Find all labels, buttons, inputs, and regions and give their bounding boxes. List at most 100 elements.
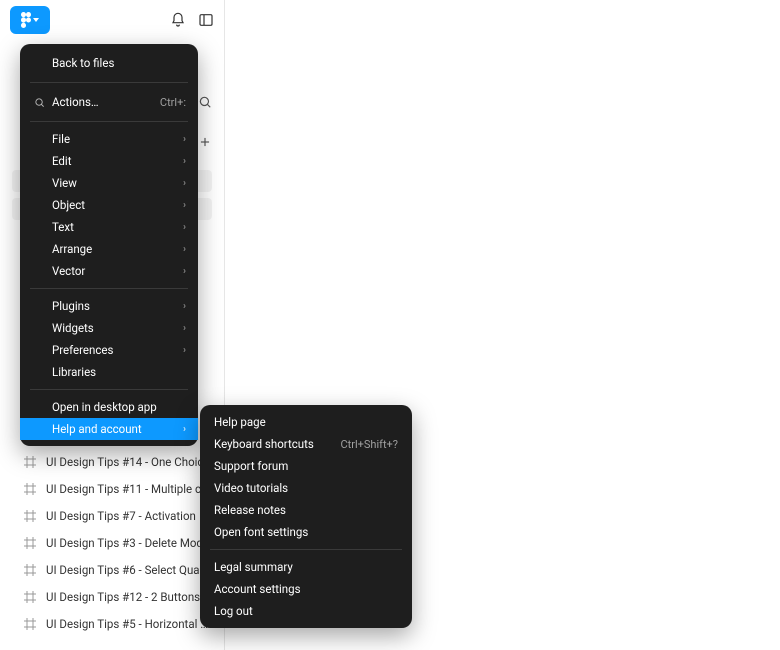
layer-row[interactable]: UI Design Tips #7 - Activation: [0, 502, 224, 529]
menu-item-label: Text: [52, 220, 183, 234]
main-menu-button[interactable]: [10, 6, 50, 34]
submenu-item-shortcut: Ctrl+Shift+?: [340, 438, 398, 451]
menu-separator: [30, 389, 188, 390]
menu-item-label: Vector: [52, 264, 183, 278]
main-menu-dropdown: Back to files Actions… Ctrl+: File› Edit…: [20, 44, 198, 446]
frame-icon: [24, 510, 36, 522]
menu-item-label: Open in desktop app: [52, 400, 186, 414]
layer-name: UI Design Tips #7 - Activation: [46, 509, 196, 523]
menu-widgets[interactable]: Widgets›: [20, 317, 198, 339]
menu-vector[interactable]: Vector›: [20, 260, 198, 282]
topbar: [0, 0, 224, 40]
chevron-right-icon: ›: [183, 200, 186, 211]
menu-plugins[interactable]: Plugins›: [20, 295, 198, 317]
menu-item-label: File: [52, 132, 183, 146]
menu-arrange[interactable]: Arrange›: [20, 238, 198, 260]
chevron-right-icon: ›: [183, 345, 186, 356]
submenu-item-label: Account settings: [214, 582, 398, 596]
menu-separator: [30, 82, 188, 83]
submenu-item-label: Video tutorials: [214, 481, 398, 495]
menu-item-shortcut: Ctrl+:: [160, 96, 186, 109]
chevron-right-icon: ›: [183, 244, 186, 255]
plus-icon: [198, 135, 212, 149]
frame-icon: [24, 564, 36, 576]
submenu-release-notes[interactable]: Release notes: [200, 499, 412, 521]
layer-row[interactable]: UI Design Tips #5 - Horizontal Al…: [0, 610, 224, 637]
submenu-legal-summary[interactable]: Legal summary: [200, 556, 412, 578]
chevron-right-icon: ›: [183, 301, 186, 312]
submenu-account-settings[interactable]: Account settings: [200, 578, 412, 600]
layer-row[interactable]: UI Design Tips #3 - Delete Moda…: [0, 529, 224, 556]
chevron-right-icon: ›: [183, 424, 186, 435]
menu-separator: [30, 121, 188, 122]
submenu-keyboard-shortcuts[interactable]: Keyboard shortcutsCtrl+Shift+?: [200, 433, 412, 455]
menu-item-label: Object: [52, 198, 183, 212]
menu-separator: [210, 549, 402, 550]
frame-icon: [24, 618, 36, 630]
toggle-panel-button[interactable]: [198, 12, 214, 28]
submenu-support-forum[interactable]: Support forum: [200, 455, 412, 477]
chevron-right-icon: ›: [183, 178, 186, 189]
layer-name: UI Design Tips #14 - One Choice: [46, 455, 210, 469]
menu-libraries[interactable]: Libraries: [20, 361, 198, 383]
search-icon: [32, 97, 46, 108]
menu-text[interactable]: Text›: [20, 216, 198, 238]
layer-row[interactable]: UI Design Tips #14 - One Choice: [0, 448, 224, 475]
menu-item-label: Preferences: [52, 343, 183, 357]
chevron-right-icon: ›: [183, 134, 186, 145]
menu-open-desktop[interactable]: Open in desktop app: [20, 396, 198, 418]
menu-preferences[interactable]: Preferences›: [20, 339, 198, 361]
menu-view[interactable]: View›: [20, 172, 198, 194]
menu-item-label: Arrange: [52, 242, 183, 256]
menu-item-label: View: [52, 176, 183, 190]
frame-icon: [24, 591, 36, 603]
menu-separator: [30, 288, 188, 289]
menu-edit[interactable]: Edit›: [20, 150, 198, 172]
submenu-item-label: Open font settings: [214, 525, 398, 539]
menu-object[interactable]: Object›: [20, 194, 198, 216]
menu-item-label: Actions…: [52, 95, 160, 109]
bell-icon: [170, 12, 186, 28]
layer-name: UI Design Tips #5 - Horizontal Al…: [46, 617, 214, 631]
layer-row[interactable]: UI Design Tips #11 - Multiple ch…: [0, 475, 224, 502]
sidebar-icon: [198, 12, 214, 28]
help-account-submenu: Help page Keyboard shortcutsCtrl+Shift+?…: [200, 405, 412, 628]
menu-item-label: Widgets: [52, 321, 183, 335]
app-root: Back to files Actions… Ctrl+: File› Edit…: [0, 0, 780, 650]
submenu-open-font-settings[interactable]: Open font settings: [200, 521, 412, 543]
frame-icon: [24, 483, 36, 495]
menu-item-label: Help and account: [52, 422, 183, 436]
layer-row[interactable]: UI Design Tips #6 - Select Quan…: [0, 556, 224, 583]
chevron-right-icon: ›: [183, 156, 186, 167]
topbar-actions: [170, 12, 214, 28]
submenu-video-tutorials[interactable]: Video tutorials: [200, 477, 412, 499]
menu-actions[interactable]: Actions… Ctrl+:: [20, 89, 198, 115]
layer-name: UI Design Tips #11 - Multiple ch…: [46, 482, 214, 496]
figma-logo-icon: [21, 12, 31, 28]
menu-item-label: Plugins: [52, 299, 183, 313]
layer-row[interactable]: UI Design Tips #12 - 2 Buttons: [0, 583, 224, 610]
submenu-help-page[interactable]: Help page: [200, 411, 412, 433]
left-panel: Back to files Actions… Ctrl+: File› Edit…: [0, 0, 225, 650]
layer-name: UI Design Tips #3 - Delete Moda…: [46, 536, 214, 550]
submenu-item-label: Help page: [214, 415, 398, 429]
chevron-down-icon: [33, 18, 39, 22]
submenu-log-out[interactable]: Log out: [200, 600, 412, 622]
notifications-button[interactable]: [170, 12, 186, 28]
menu-item-label: Libraries: [52, 365, 186, 379]
search-button[interactable]: [198, 95, 212, 109]
menu-item-label: Back to files: [52, 56, 186, 70]
menu-file[interactable]: File›: [20, 128, 198, 150]
submenu-item-label: Legal summary: [214, 560, 398, 574]
add-button[interactable]: [198, 135, 212, 149]
submenu-item-label: Support forum: [214, 459, 398, 473]
search-icon: [198, 95, 212, 109]
frame-icon: [24, 537, 36, 549]
chevron-right-icon: ›: [183, 266, 186, 277]
menu-back-to-files[interactable]: Back to files: [20, 50, 198, 76]
chevron-right-icon: ›: [183, 323, 186, 334]
submenu-item-label: Release notes: [214, 503, 398, 517]
menu-help-account[interactable]: Help and account›: [20, 418, 198, 440]
submenu-item-label: Log out: [214, 604, 398, 618]
menu-item-label: Edit: [52, 154, 183, 168]
